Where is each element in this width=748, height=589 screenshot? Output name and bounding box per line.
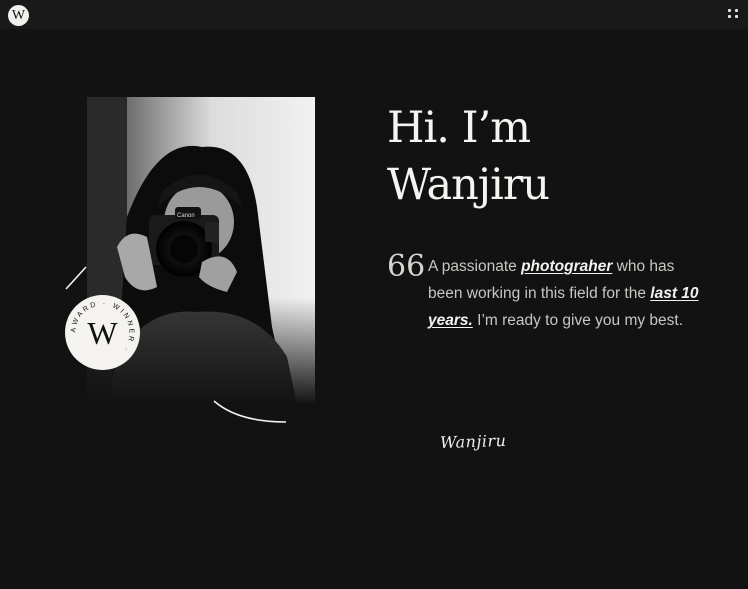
- camera-brand-text: Canon: [177, 213, 195, 219]
- grid-dots-icon[interactable]: [728, 9, 740, 21]
- logo-letter: W: [11, 7, 26, 23]
- logo-button[interactable]: W: [8, 5, 29, 26]
- signature: Wanjiru: [439, 430, 507, 453]
- award-winner-badge[interactable]: AWARD · WINNER · W: [65, 295, 140, 370]
- decorative-arc: [213, 400, 287, 423]
- hero-title: Hi. I’m Wanjiru: [387, 100, 687, 214]
- bio-text: A passionate photograher who has been wo…: [428, 253, 703, 334]
- hero-title-line1: Hi. I’m: [387, 103, 531, 153]
- hero-title-line2: Wanjiru: [387, 160, 550, 210]
- bio-text-part: A passionate: [428, 258, 522, 275]
- decorative-line: [65, 266, 87, 290]
- quote-icon: 66: [387, 249, 426, 284]
- badge-letter: W: [87, 314, 118, 351]
- top-bar: W: [0, 0, 748, 29]
- bio-text-part: I’m ready to give you my best.: [472, 312, 684, 329]
- photographer-link[interactable]: photograher: [521, 258, 612, 275]
